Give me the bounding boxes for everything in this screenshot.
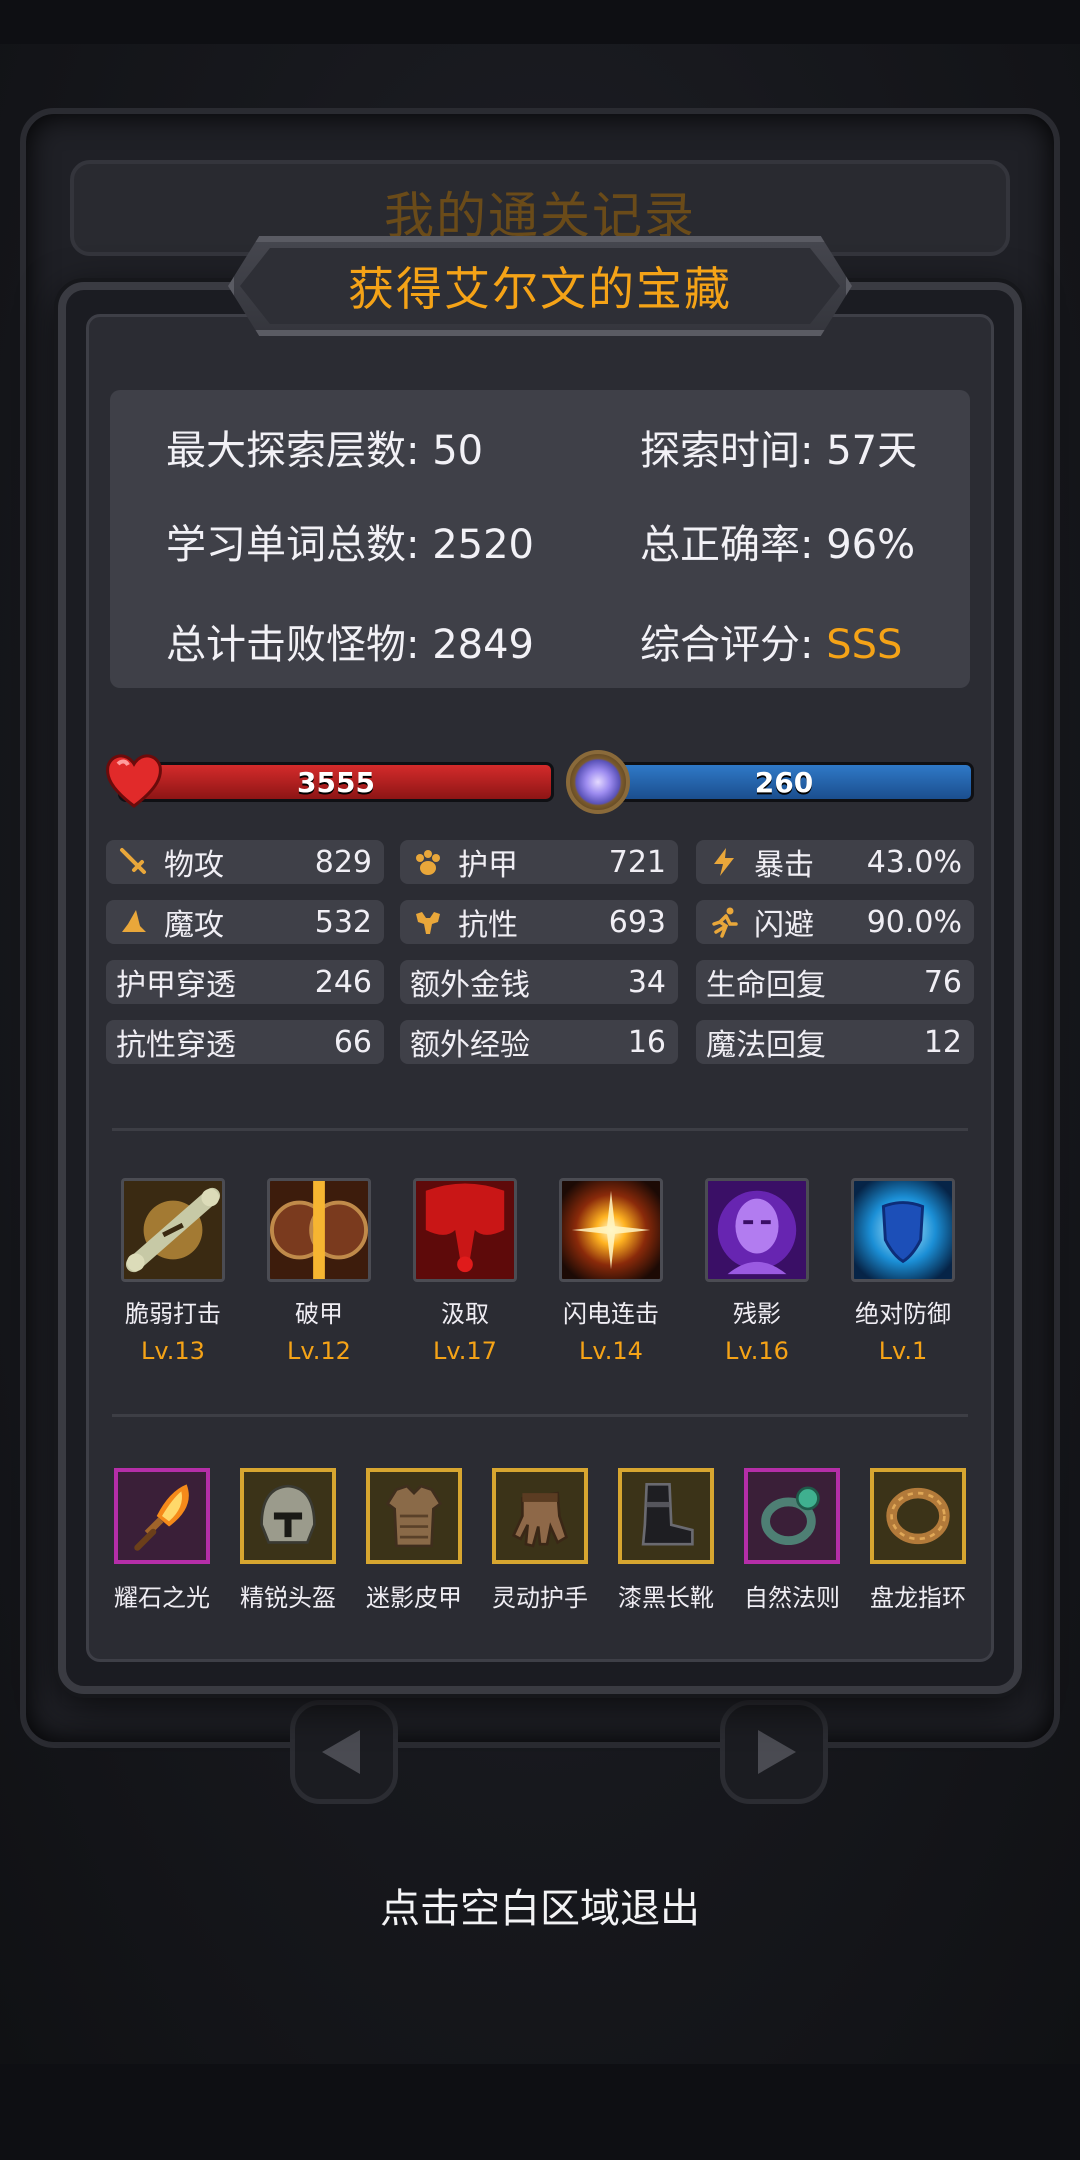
- wizard-hat-icon: [116, 906, 152, 938]
- leather-armor-icon: [366, 1468, 462, 1564]
- next-button[interactable]: [720, 1700, 828, 1804]
- exit-hint: 点击空白区域退出: [380, 1886, 700, 1932]
- stat-crit: 暴击 43.0%: [696, 840, 974, 884]
- stat-dodge: 闪避 90.0%: [696, 900, 974, 944]
- summary-explore-time: 探索时间: 57天: [640, 428, 918, 474]
- stat-armor-penetration: 护甲穿透 246: [106, 960, 384, 1004]
- bone-break-icon: [121, 1178, 225, 1282]
- arrow-left-icon: [322, 1730, 360, 1774]
- skill-item[interactable]: 脆弱打击 Lv.13: [100, 1178, 246, 1365]
- divider: [112, 1128, 968, 1131]
- stat-mp-regen: 魔法回复 12: [696, 1020, 974, 1064]
- mana-orb-icon: [566, 750, 630, 814]
- dragon-ring-icon: [870, 1468, 966, 1564]
- helmet-icon: [240, 1468, 336, 1564]
- gauntlet-icon: [492, 1468, 588, 1564]
- equipment-item[interactable]: 漆黑长靴: [601, 1468, 731, 1613]
- summary-monsters-defeated: 总计击败怪物: 2849: [166, 622, 534, 668]
- equipment-item[interactable]: 自然法则: [727, 1468, 857, 1613]
- paw-icon: [410, 846, 446, 878]
- summary-words-learned: 学习单词总数: 2520: [166, 522, 534, 568]
- title-plate-inner: 获得艾尔文的宝藏: [240, 248, 840, 324]
- divider: [112, 1414, 968, 1417]
- previous-button[interactable]: [290, 1700, 398, 1804]
- equipment-item[interactable]: 灵动护手: [475, 1468, 605, 1613]
- skill-item[interactable]: 汲取 Lv.17: [392, 1178, 538, 1365]
- arrow-right-icon: [758, 1730, 796, 1774]
- summary-max-floor: 最大探索层数: 50: [166, 428, 484, 474]
- shield-split-icon: [267, 1178, 371, 1282]
- skill-item[interactable]: 闪电连击 Lv.14: [538, 1178, 684, 1365]
- skill-item[interactable]: 残影 Lv.16: [684, 1178, 830, 1365]
- equipment-item[interactable]: 迷影皮甲: [349, 1468, 479, 1613]
- hp-bar: 3555: [118, 762, 554, 802]
- stat-physical-attack: 物攻 829: [106, 840, 384, 884]
- heart-icon: [106, 754, 162, 808]
- stat-extra-gold: 额外金钱 34: [400, 960, 678, 1004]
- mp-bar: 260: [594, 762, 974, 802]
- lightning-icon: [706, 846, 742, 878]
- summary-accuracy: 总正确率: 96%: [640, 522, 916, 568]
- flame-dagger-icon: [114, 1468, 210, 1564]
- running-icon: [706, 906, 742, 938]
- stat-extra-exp: 额外经验 16: [400, 1020, 678, 1064]
- skill-item[interactable]: 绝对防御 Lv.1: [830, 1178, 976, 1365]
- black-boots-icon: [618, 1468, 714, 1564]
- stat-hp-regen: 生命回复 76: [696, 960, 974, 1004]
- stat-resistance-penetration: 抗性穿透 66: [106, 1020, 384, 1064]
- equipment-item[interactable]: 盘龙指环: [853, 1468, 983, 1613]
- summary-rating: 综合评分: SSS: [640, 622, 903, 668]
- lightning-burst-icon: [559, 1178, 663, 1282]
- blood-drain-icon: [413, 1178, 517, 1282]
- stat-resistance: 抗性 693: [400, 900, 678, 944]
- sword-icon: [116, 846, 152, 878]
- dialog-title: 获得艾尔文的宝藏: [348, 262, 732, 316]
- summary-box: 最大探索层数: 50 探索时间: 57天 学习单词总数: 2520 总正确率: …: [110, 390, 970, 688]
- stat-armor: 护甲 721: [400, 840, 678, 884]
- gem-ring-icon: [744, 1468, 840, 1564]
- equipment-item[interactable]: 耀石之光: [97, 1468, 227, 1613]
- muscle-icon: [410, 906, 446, 938]
- skill-item[interactable]: 破甲 Lv.12: [246, 1178, 392, 1365]
- stat-magic-attack: 魔攻 532: [106, 900, 384, 944]
- blue-shield-icon: [851, 1178, 955, 1282]
- equipment-item[interactable]: 精锐头盔: [223, 1468, 353, 1613]
- shadow-face-icon: [705, 1178, 809, 1282]
